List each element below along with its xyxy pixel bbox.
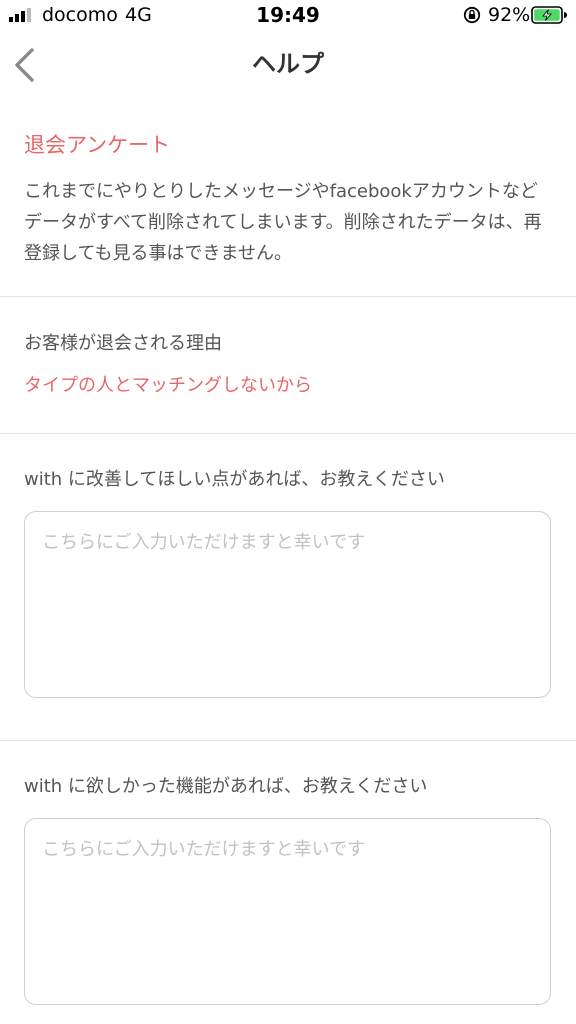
reason-selector[interactable]: タイプの人とマッチングしないから: [24, 373, 312, 399]
divider: [0, 740, 576, 741]
page-title: ヘルプ: [252, 50, 324, 78]
divider: [0, 433, 576, 434]
improvement-textarea[interactable]: [24, 511, 551, 698]
feature-label: with に欲しかった機能があれば、お教えください: [24, 776, 428, 797]
deletion-notice: これまでにやりとりしたメッセージやfacebookアカウントなどデータがすべて削…: [24, 181, 542, 264]
reason-label: お客様が退会される理由: [24, 333, 222, 354]
divider: [0, 296, 576, 297]
battery-charging-icon: [531, 6, 567, 24]
improvement-label: with に改善してほしい点があれば、お教えください: [24, 469, 445, 490]
orientation-lock-icon: [463, 6, 481, 24]
status-bar: docomo 4G 19:49 92%: [0, 0, 576, 34]
feature-textarea[interactable]: [24, 818, 551, 1005]
battery-percent: 92%: [488, 4, 531, 26]
survey-title: 退会アンケート: [24, 133, 171, 157]
navigation-bar: ヘルプ: [0, 34, 576, 96]
